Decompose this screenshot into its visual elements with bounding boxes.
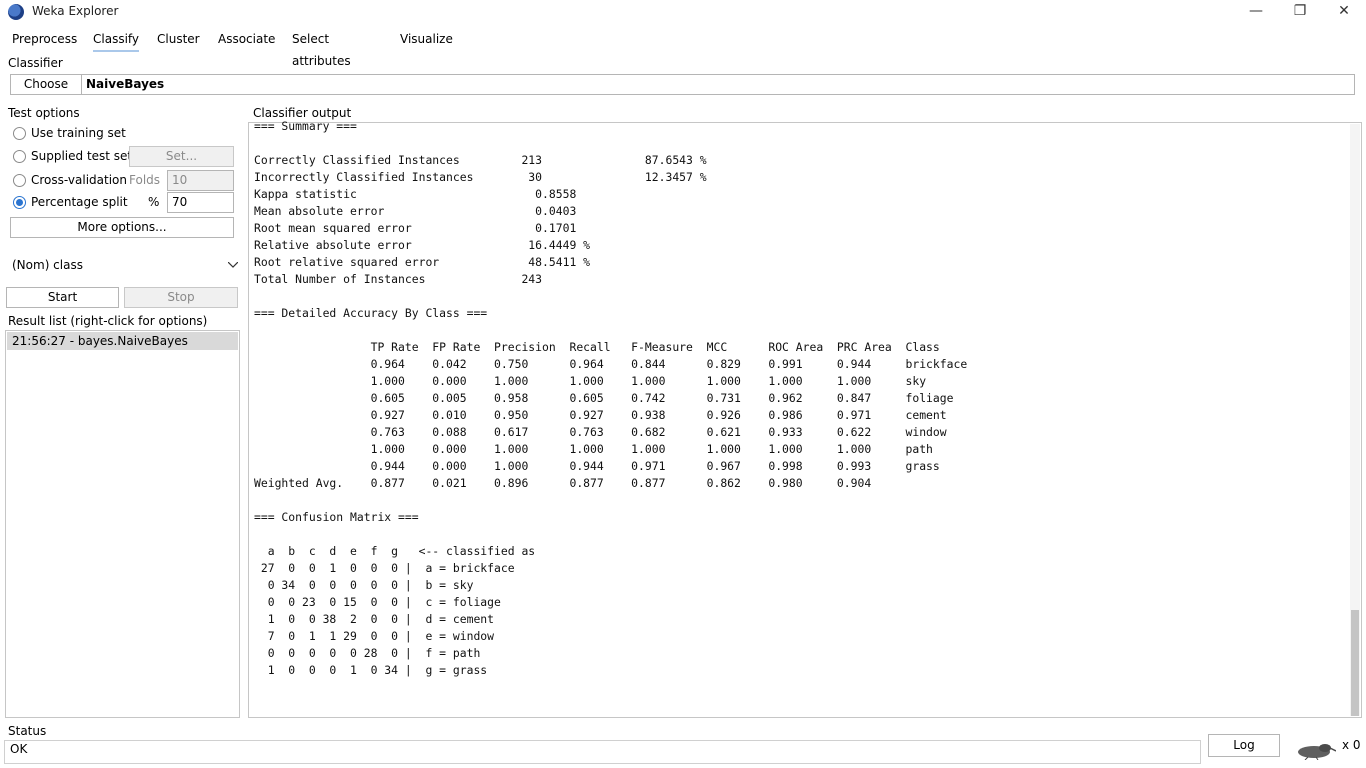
output-line: 0.763 0.088 0.617 0.763 0.682 0.621 0.93… — [254, 425, 947, 439]
output-line: === Confusion Matrix === — [254, 510, 419, 524]
output-line: Root relative squared error 48.5411 % — [254, 255, 591, 269]
supplied-test-set-radio[interactable] — [13, 150, 26, 163]
tab-cluster[interactable]: Cluster — [157, 28, 200, 50]
output-line: TP Rate FP Rate Precision Recall F-Measu… — [254, 340, 940, 354]
output-line: 0.605 0.005 0.958 0.605 0.742 0.731 0.96… — [254, 391, 954, 405]
percent-input[interactable]: 70 — [167, 192, 234, 213]
start-button[interactable]: Start — [6, 287, 119, 308]
maximize-button[interactable]: ❐ — [1278, 0, 1322, 24]
output-line: Kappa statistic 0.8558 — [254, 187, 577, 201]
result-list-panel — [5, 330, 240, 718]
status-text: OK — [10, 742, 28, 756]
output-line: Incorrectly Classified Instances 30 12.3… — [254, 170, 707, 184]
output-line: === Summary === — [254, 119, 357, 133]
more-options-button[interactable]: More options... — [10, 217, 234, 238]
tab-preprocess[interactable]: Preprocess — [12, 28, 77, 50]
output-scrollbar-thumb[interactable] — [1351, 610, 1359, 716]
classifier-name-field[interactable]: NaiveBayes — [81, 74, 1355, 95]
stop-button[interactable]: Stop — [124, 287, 238, 308]
status-label: Status — [8, 724, 47, 738]
percentage-split-radio[interactable] — [13, 196, 26, 209]
output-line: === Detailed Accuracy By Class === — [254, 306, 488, 320]
output-line: 1 0 0 0 1 0 34 | g = grass — [254, 663, 488, 677]
output-line: 0.944 0.000 1.000 0.944 0.971 0.967 0.99… — [254, 459, 940, 473]
output-line: 1 0 0 38 2 0 0 | d = cement — [254, 612, 495, 626]
percentage-split-label: Percentage split — [31, 195, 128, 209]
supplied-test-set-label: Supplied test set — [31, 149, 133, 163]
status-panel — [4, 740, 1201, 764]
class-select-value: (Nom) class — [12, 258, 83, 272]
result-list-item[interactable]: 21:56:27 - bayes.NaiveBayes — [7, 332, 238, 350]
output-line: Mean absolute error 0.0403 — [254, 204, 577, 218]
output-line: 0.927 0.010 0.950 0.927 0.938 0.926 0.98… — [254, 408, 947, 422]
output-line: 1.000 0.000 1.000 1.000 1.000 1.000 1.00… — [254, 442, 933, 456]
window-title: Weka Explorer — [32, 4, 119, 18]
folds-input[interactable]: 10 — [167, 170, 234, 191]
percent-label: % — [148, 195, 160, 209]
use-training-set-radio[interactable] — [13, 127, 26, 140]
cross-validation-radio[interactable] — [13, 174, 26, 187]
set-button[interactable]: Set... — [129, 146, 234, 167]
log-button[interactable]: Log — [1208, 734, 1280, 757]
output-line: 0 34 0 0 0 0 0 | b = sky — [254, 578, 474, 592]
use-training-set-label: Use training set — [31, 126, 126, 140]
tab-associate[interactable]: Associate — [218, 28, 275, 50]
output-line: 0.964 0.042 0.750 0.964 0.844 0.829 0.99… — [254, 357, 968, 371]
output-line: Total Number of Instances 243 — [254, 272, 577, 286]
output-line: 0 0 23 0 15 0 0 | c = foliage — [254, 595, 501, 609]
class-select[interactable]: (Nom) class — [6, 252, 242, 278]
folds-label: Folds — [129, 173, 161, 187]
weka-bird-icon — [1298, 744, 1336, 760]
close-button[interactable]: ✕ — [1322, 0, 1366, 24]
weka-app-icon — [8, 4, 24, 20]
cross-validation-label: Cross-validation — [31, 173, 127, 187]
tab-visualize[interactable]: Visualize — [400, 28, 453, 50]
task-counter: x 0 — [1342, 738, 1361, 752]
result-list-label: Result list (right-click for options) — [8, 314, 208, 328]
chevron-down-icon — [228, 262, 238, 268]
output-line: Correctly Classified Instances 213 87.65… — [254, 153, 707, 167]
title-bar: Weka Explorer — ❐ ✕ — [0, 0, 1366, 24]
output-line: a b c d e f g <-- classified as — [254, 544, 536, 558]
choose-button[interactable]: Choose — [10, 74, 82, 95]
output-line: Weighted Avg. 0.877 0.021 0.896 0.877 0.… — [254, 476, 906, 490]
classifier-output-text[interactable]: === Summary === Correctly Classified Ins… — [254, 118, 1349, 714]
test-options-label: Test options — [8, 106, 80, 120]
output-line: Root mean squared error 0.1701 — [254, 221, 577, 235]
output-line: 27 0 0 1 0 0 0 | a = brickface — [254, 561, 515, 575]
output-line: 0 0 0 0 0 28 0 | f = path — [254, 646, 481, 660]
tab-select-attributes[interactable]: Select attributes — [292, 28, 351, 68]
minimize-button[interactable]: — — [1234, 0, 1278, 24]
output-line: 1.000 0.000 1.000 1.000 1.000 1.000 1.00… — [254, 374, 927, 388]
tab-classify[interactable]: Classify — [93, 28, 140, 52]
classifier-section-label: Classifier — [8, 56, 63, 70]
output-line: 7 0 1 1 29 0 0 | e = window — [254, 629, 495, 643]
output-line: Relative absolute error 16.4449 % — [254, 238, 591, 252]
